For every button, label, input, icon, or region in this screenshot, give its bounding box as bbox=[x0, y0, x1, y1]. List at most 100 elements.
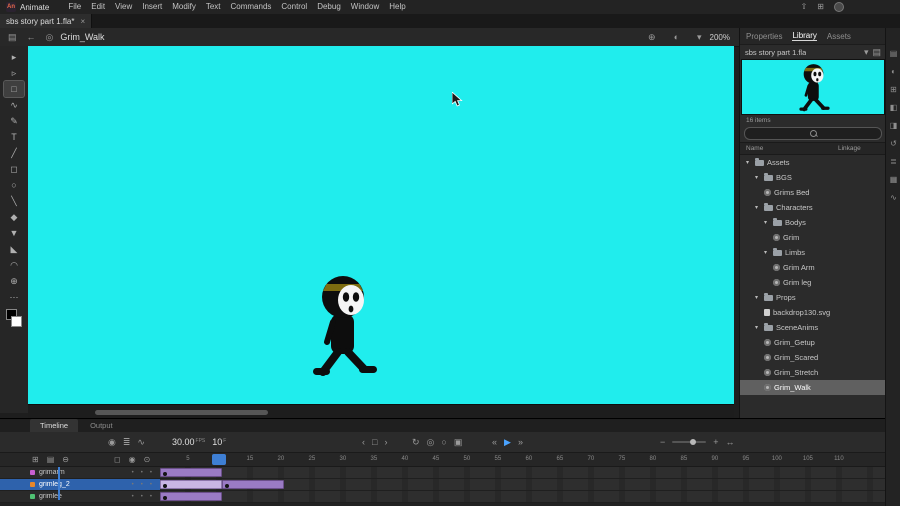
tween-span[interactable] bbox=[160, 468, 222, 477]
library-item-grim-scared[interactable]: Grim_Scared bbox=[740, 350, 886, 365]
tab-properties[interactable]: Properties bbox=[746, 32, 782, 41]
library-item-assets[interactable]: ▾ Assets bbox=[740, 155, 886, 170]
share-icon[interactable]: ⇧ bbox=[801, 3, 808, 11]
history-panel-icon[interactable]: ≣ bbox=[890, 158, 897, 166]
menu-text[interactable]: Text bbox=[201, 0, 226, 14]
layer-visibility-dot[interactable]: • bbox=[141, 494, 143, 500]
tab-library[interactable]: Library bbox=[792, 31, 817, 41]
line-tool[interactable]: ╱ bbox=[4, 145, 24, 161]
layer-row-grimlee[interactable]: grimlee • • • bbox=[0, 491, 885, 503]
loop-icon[interactable]: ↻ bbox=[412, 437, 420, 447]
layer-outline-dot[interactable]: • bbox=[132, 470, 134, 476]
library-item-grim-stretch[interactable]: Grim_Stretch bbox=[740, 365, 886, 380]
color-panel-icon[interactable]: ◐ bbox=[891, 68, 896, 76]
scene-icon[interactable]: ▤ bbox=[8, 32, 17, 42]
next-keyframe-button[interactable]: » bbox=[518, 437, 523, 447]
scrollbar-thumb[interactable] bbox=[95, 410, 268, 415]
free-transform-tool[interactable]: □ bbox=[3, 80, 25, 98]
components-panel-icon[interactable]: ▦ bbox=[890, 176, 898, 184]
menu-modify[interactable]: Modify bbox=[167, 0, 201, 14]
fill-color-swatch[interactable] bbox=[11, 316, 22, 327]
tween-span[interactable] bbox=[160, 492, 222, 501]
linkage-column-header[interactable]: Linkage bbox=[838, 145, 861, 152]
pin-panel-icon[interactable]: ▤ bbox=[872, 47, 881, 57]
layer-lock-dot[interactable]: • bbox=[150, 470, 152, 476]
brush-tool[interactable]: ◆ bbox=[4, 209, 24, 225]
name-column-header[interactable]: Name bbox=[746, 145, 838, 152]
play-button[interactable]: ▶ bbox=[504, 437, 511, 447]
layer-lock-dot[interactable]: • bbox=[150, 494, 152, 500]
menu-control[interactable]: Control bbox=[276, 0, 312, 14]
frame-rate-display[interactable]: 30.00 FPS bbox=[172, 437, 205, 447]
horizontal-scrollbar[interactable] bbox=[28, 404, 734, 419]
layer-frames[interactable] bbox=[160, 479, 885, 490]
graph-editor-icon[interactable]: ∿ bbox=[137, 437, 145, 447]
library-item-bodys[interactable]: ▾ Bodys bbox=[740, 215, 886, 230]
timeline-zoom-slider[interactable] bbox=[672, 439, 707, 445]
delete-layer-button[interactable]: ⊖ bbox=[62, 455, 69, 464]
paint-bucket-tool[interactable]: ▼ bbox=[4, 225, 24, 241]
library-item-grim-leg[interactable]: Grim leg bbox=[740, 275, 886, 290]
visibility-column-icon[interactable]: ◉ bbox=[129, 455, 136, 464]
menu-view[interactable]: View bbox=[110, 0, 137, 14]
edited-symbol-name[interactable]: Grim_Walk bbox=[60, 32, 104, 42]
layer-lock-dot[interactable]: • bbox=[150, 482, 152, 488]
current-frame-display[interactable]: 10 F bbox=[212, 437, 226, 447]
library-document-name[interactable]: sbs story part 1.fla bbox=[745, 48, 806, 57]
selection-tool[interactable]: ▸ bbox=[4, 49, 24, 65]
menu-insert[interactable]: Insert bbox=[137, 0, 167, 14]
edit-multiple-frames-icon[interactable]: ▣ bbox=[454, 437, 463, 447]
step-back-button[interactable]: ‹ bbox=[362, 437, 365, 447]
clip-view-icon[interactable]: ◐ bbox=[674, 32, 679, 42]
folder-caret-icon[interactable]: ▾ bbox=[746, 159, 752, 166]
pencil-tool[interactable]: ╲ bbox=[4, 193, 24, 209]
stop-button[interactable]: □ bbox=[372, 437, 377, 447]
zoom-out-icon[interactable]: − bbox=[660, 437, 665, 447]
motion-panel-icon[interactable]: ∿ bbox=[890, 194, 897, 202]
layer-row-grimleg_2[interactable]: grimleg_2 • • • bbox=[0, 479, 885, 491]
auto-keyframe-icon[interactable]: ≣ bbox=[123, 437, 131, 447]
pen-tool[interactable]: ✎ bbox=[4, 113, 24, 129]
info-panel-icon[interactable]: ◨ bbox=[890, 122, 898, 130]
tab-timeline[interactable]: Timeline bbox=[30, 419, 79, 432]
rectangle-tool[interactable]: ◻ bbox=[4, 161, 24, 177]
tween-span[interactable] bbox=[160, 480, 222, 489]
new-layer-button[interactable]: ⊞ bbox=[32, 455, 39, 464]
lasso-tool[interactable]: ∿ bbox=[4, 97, 24, 113]
menu-file[interactable]: File bbox=[63, 0, 86, 14]
subselection-tool[interactable]: ▹ bbox=[4, 65, 24, 81]
tween-span[interactable] bbox=[222, 480, 284, 489]
tab-assets[interactable]: Assets bbox=[827, 32, 851, 41]
layer-visibility-dot[interactable]: • bbox=[141, 470, 143, 476]
layer-visibility-dot[interactable]: • bbox=[141, 482, 143, 488]
library-item-limbs[interactable]: ▾ Limbs bbox=[740, 245, 886, 260]
layer-row-grimarm[interactable]: grimarm • • • bbox=[0, 467, 885, 479]
properties-panel-icon[interactable]: ▤ bbox=[890, 50, 898, 58]
zoom-control[interactable]: ▾ 200% bbox=[692, 32, 730, 42]
layer-frames[interactable] bbox=[160, 491, 885, 502]
library-item-backdrop130-svg[interactable]: backdrop130.svg bbox=[740, 305, 886, 320]
library-search-input[interactable] bbox=[744, 127, 882, 140]
zoom-tool[interactable]: ⊕ bbox=[4, 273, 24, 289]
grim-character[interactable] bbox=[310, 272, 380, 377]
oval-tool[interactable]: ○ bbox=[4, 177, 24, 193]
folder-caret-icon[interactable]: ▾ bbox=[755, 324, 761, 331]
lock-column-icon[interactable]: ⊙ bbox=[144, 455, 151, 464]
folder-caret-icon[interactable]: ▾ bbox=[755, 294, 761, 301]
menu-commands[interactable]: Commands bbox=[226, 0, 277, 14]
chevron-down-icon[interactable]: ▾ bbox=[864, 47, 869, 57]
library-item-bgs[interactable]: ▾ BGS bbox=[740, 170, 886, 185]
layer-outline-dot[interactable]: • bbox=[132, 482, 134, 488]
prev-keyframe-button[interactable]: « bbox=[492, 437, 497, 447]
library-item-grim-arm[interactable]: Grim Arm bbox=[740, 260, 886, 275]
library-item-grims-bed[interactable]: Grims Bed bbox=[740, 185, 886, 200]
menu-edit[interactable]: Edit bbox=[86, 0, 110, 14]
eyedropper-tool[interactable]: ◣ bbox=[4, 241, 24, 257]
center-stage-icon[interactable]: ⊕ bbox=[648, 32, 656, 42]
layer-name-cell[interactable]: grimleg_2 • • • bbox=[0, 479, 160, 490]
zoom-slider-thumb[interactable] bbox=[690, 439, 697, 445]
menu-debug[interactable]: Debug bbox=[312, 0, 346, 14]
layer-name-cell[interactable]: grimarm • • • bbox=[0, 467, 160, 478]
playhead-handle[interactable] bbox=[211, 454, 226, 465]
back-arrow-icon[interactable]: ← bbox=[27, 32, 36, 42]
